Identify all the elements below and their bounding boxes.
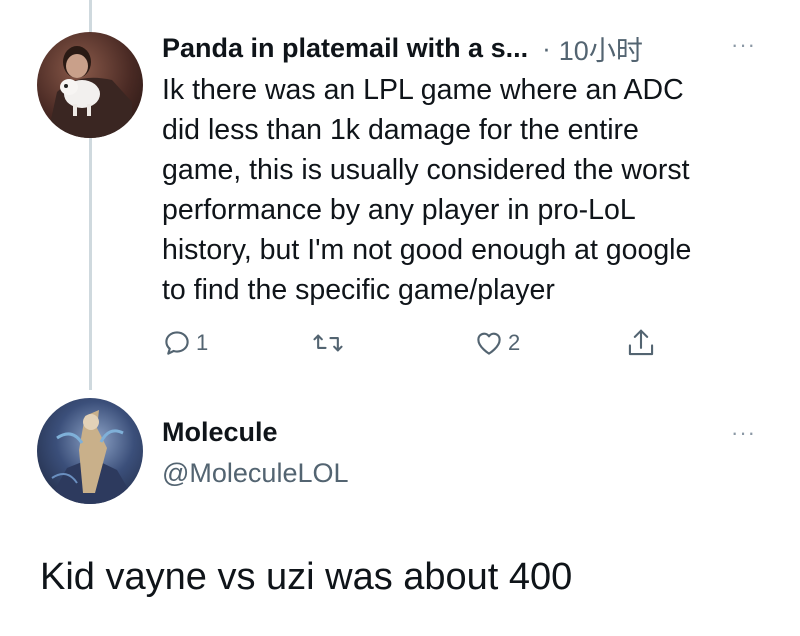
more-options-icon[interactable]: ··· bbox=[731, 420, 756, 446]
author-name[interactable]: Molecule bbox=[162, 417, 278, 448]
avatar[interactable] bbox=[37, 398, 143, 504]
like-button[interactable]: 2 bbox=[474, 326, 520, 360]
retweet-button[interactable] bbox=[312, 326, 344, 360]
tweet-header: Panda in platemail with a s... · 10小时 bbox=[162, 30, 643, 66]
retweet-icon bbox=[313, 334, 343, 352]
avatar-image bbox=[47, 410, 137, 504]
avatar-image bbox=[47, 46, 132, 138]
reply-button[interactable]: 1 bbox=[162, 326, 208, 360]
reply-icon bbox=[165, 331, 189, 355]
tweet-body: Ik there was an LPL game where an ADC di… bbox=[162, 74, 692, 306]
timestamp[interactable]: 10小时 bbox=[559, 29, 643, 68]
separator-dot: · bbox=[542, 32, 551, 63]
reply-count: 1 bbox=[196, 330, 209, 355]
like-icon bbox=[477, 332, 501, 355]
more-options-icon[interactable]: ··· bbox=[731, 32, 756, 58]
share-icon bbox=[628, 329, 654, 356]
author-name[interactable]: Panda in platemail with a s... bbox=[162, 33, 528, 64]
avatar[interactable] bbox=[37, 32, 143, 138]
author-handle[interactable]: @MoleculeLOL bbox=[162, 458, 349, 489]
tweet-body: Kid vayne vs uzi was about 400 bbox=[40, 556, 573, 598]
share-button[interactable] bbox=[626, 326, 656, 360]
like-count: 2 bbox=[508, 330, 521, 355]
